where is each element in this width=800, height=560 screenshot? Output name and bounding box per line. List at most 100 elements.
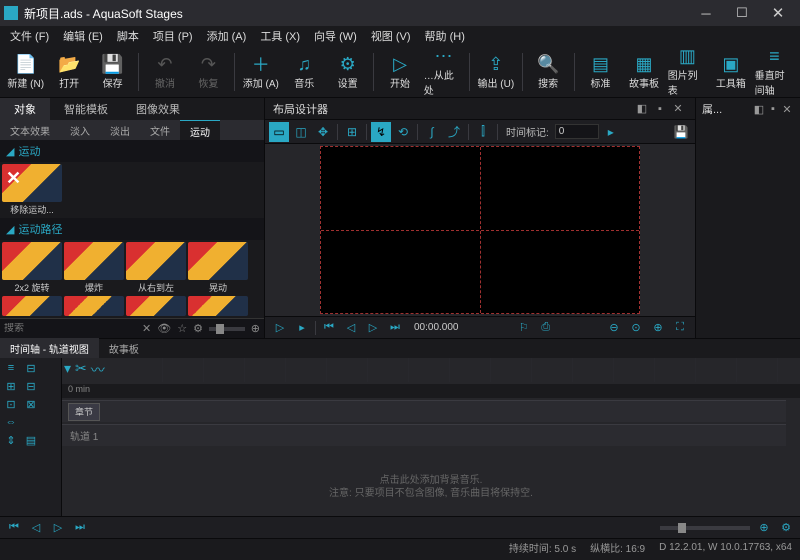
- thumb-more[interactable]: [64, 296, 124, 316]
- menu-item[interactable]: 向导 (W): [308, 26, 363, 46]
- menu-item[interactable]: 脚本: [111, 26, 145, 46]
- tl-first-icon[interactable]: ⏮: [6, 521, 22, 534]
- tl-unlock-icon[interactable]: ⊠: [22, 396, 40, 412]
- razor-icon[interactable]: 〰: [91, 360, 105, 380]
- first-frame-icon[interactable]: ⏮: [320, 321, 338, 334]
- align-tool[interactable]: ⫿: [473, 122, 493, 142]
- thumb-从右到左[interactable]: 从右到左: [126, 242, 186, 294]
- anchor-tool[interactable]: ⤴: [444, 122, 464, 142]
- tab-智能模板[interactable]: 智能模板: [50, 98, 122, 120]
- grid-icon[interactable]: ⊞: [342, 122, 362, 142]
- tl-collapse-icon[interactable]: ≡: [2, 360, 20, 376]
- clear-icon[interactable]: ✕: [142, 322, 151, 335]
- prop-close-icon[interactable]: ✕: [780, 103, 794, 116]
- toolbar-故事板[interactable]: ▦故事板: [624, 49, 663, 95]
- snapshot-icon[interactable]: ⎙: [537, 321, 555, 334]
- close-button[interactable]: ✕: [760, 0, 796, 26]
- menu-item[interactable]: 编辑 (E): [57, 26, 109, 46]
- tl-zoom-v-icon[interactable]: ⇕: [2, 432, 20, 448]
- time-input[interactable]: [555, 124, 599, 139]
- tl-prev-icon[interactable]: ◁: [28, 521, 44, 534]
- settings-icon[interactable]: ⚙: [193, 322, 203, 335]
- toolbar-标准[interactable]: ▤标准: [581, 49, 620, 95]
- menu-item[interactable]: 文件 (F): [4, 26, 55, 46]
- thumb-more[interactable]: [188, 296, 248, 316]
- tl-group-icon[interactable]: ⊞: [2, 378, 20, 394]
- thumb-爆炸[interactable]: 爆炸: [64, 242, 124, 294]
- tl-expand-icon[interactable]: ⊟: [22, 360, 40, 376]
- toolbar-撤消[interactable]: ↶撤消: [145, 49, 184, 95]
- save-view-icon[interactable]: 💾: [671, 122, 691, 142]
- tl-tab-1[interactable]: 故事板: [99, 338, 149, 359]
- menu-item[interactable]: 项目 (P): [147, 26, 199, 46]
- toolbar-打开[interactable]: 📂打开: [49, 49, 88, 95]
- toolbar-保存[interactable]: 💾保存: [93, 49, 132, 95]
- menu-item[interactable]: 视图 (V): [365, 26, 417, 46]
- toolbar-图片列表[interactable]: ▥图片列表: [668, 49, 707, 95]
- timeline-body[interactable]: ▾ ✂ 〰 0 min 章节 轨道 1 点击此处添加背景音乐.注意: 只要项目不…: [62, 358, 800, 516]
- thumb-more[interactable]: [2, 296, 62, 316]
- canvas[interactable]: [265, 144, 695, 316]
- toolbar-添加 (A)[interactable]: ＋添加 (A): [241, 49, 280, 95]
- maximize-button[interactable]: ☐: [724, 0, 760, 26]
- last-frame-icon[interactable]: ⏭: [386, 321, 404, 334]
- curve-tool[interactable]: ∫: [422, 122, 442, 142]
- music-hint[interactable]: 点击此处添加背景音乐.注意: 只要项目不包含图像, 音乐曲目将保持空.: [62, 474, 800, 500]
- thumb-more[interactable]: [126, 296, 186, 316]
- next-frame-icon[interactable]: ▷: [364, 321, 382, 334]
- time-spinner[interactable]: ▸: [601, 122, 621, 142]
- undock-icon[interactable]: ◧: [633, 102, 651, 115]
- cut-icon[interactable]: ✂: [75, 360, 87, 380]
- play-range-icon[interactable]: ▸: [293, 321, 311, 334]
- zoom-out-icon[interactable]: ⊖: [605, 321, 623, 334]
- zoom-fit-icon[interactable]: ⊙: [627, 321, 645, 334]
- thumb-晃动[interactable]: 晃动: [188, 242, 248, 294]
- tl-settings-icon[interactable]: ⚙: [778, 521, 794, 534]
- star-icon[interactable]: ☆: [177, 322, 187, 335]
- path-tool[interactable]: ↯: [371, 122, 391, 142]
- play-icon[interactable]: ▷: [271, 321, 289, 334]
- subtab-文本效果[interactable]: 文本效果: [0, 120, 60, 140]
- toolbar-…从此处[interactable]: ⋯…从此处: [424, 49, 463, 95]
- prop-pin-icon[interactable]: ▪: [766, 103, 780, 115]
- stage[interactable]: [320, 146, 640, 314]
- thumb-size-slider[interactable]: [209, 327, 245, 331]
- toolbar-工具箱[interactable]: ▣工具箱: [711, 49, 750, 95]
- menu-item[interactable]: 帮助 (H): [419, 26, 471, 46]
- minimize-button[interactable]: ─: [688, 0, 724, 26]
- menu-item[interactable]: 添加 (A): [201, 26, 253, 46]
- eye-icon[interactable]: 👁: [157, 322, 171, 335]
- tl-ungroup-icon[interactable]: ⊟: [22, 378, 40, 394]
- fullscreen-icon[interactable]: ⛶: [671, 321, 689, 334]
- toolbar-音乐[interactable]: ♫音乐: [285, 49, 324, 95]
- section-motion[interactable]: ◢ 运动: [0, 140, 264, 162]
- search-input[interactable]: [4, 323, 136, 334]
- rotate-tool[interactable]: ⟲: [393, 122, 413, 142]
- toolbar-输出 (U)[interactable]: ⇪输出 (U): [476, 49, 515, 95]
- thumb-remove-motion[interactable]: 移除运动...: [2, 164, 62, 216]
- toolbar-设置[interactable]: ⚙设置: [328, 49, 367, 95]
- tl-tab-0[interactable]: 时间轴 - 轨道视图: [0, 338, 99, 359]
- pin-icon[interactable]: ▪: [651, 103, 669, 115]
- prev-frame-icon[interactable]: ◁: [342, 321, 360, 334]
- playhead-icon[interactable]: ▾: [64, 360, 71, 380]
- zoom-in-icon[interactable]: ⊕: [649, 321, 667, 334]
- track-1[interactable]: 轨道 1: [62, 424, 786, 446]
- subtab-淡入[interactable]: 淡入: [60, 120, 100, 140]
- panel-close-icon[interactable]: ✕: [669, 102, 687, 115]
- tl-zoomin-icon[interactable]: ⊕: [756, 521, 772, 534]
- timeline-ruler[interactable]: 0 min: [62, 384, 800, 398]
- tab-对象[interactable]: 对象: [0, 98, 50, 120]
- toolbar-开始[interactable]: ▷开始: [380, 49, 419, 95]
- section-motion-path[interactable]: ◢ 运动路径: [0, 218, 264, 240]
- marker-icon[interactable]: ⚐: [515, 321, 533, 334]
- toolbar-恢复[interactable]: ↷恢复: [189, 49, 228, 95]
- add-icon[interactable]: ⊕: [251, 322, 260, 335]
- tl-layers-icon[interactable]: ▤: [22, 432, 40, 448]
- select-tool[interactable]: ▭: [269, 122, 289, 142]
- tab-图像效果[interactable]: 图像效果: [122, 98, 194, 120]
- menu-item[interactable]: 工具 (X): [254, 26, 306, 46]
- tl-next-icon[interactable]: ▷: [50, 521, 66, 534]
- toolbar-搜索[interactable]: 🔍搜索: [528, 49, 567, 95]
- timeline-zoom-slider[interactable]: [660, 526, 750, 530]
